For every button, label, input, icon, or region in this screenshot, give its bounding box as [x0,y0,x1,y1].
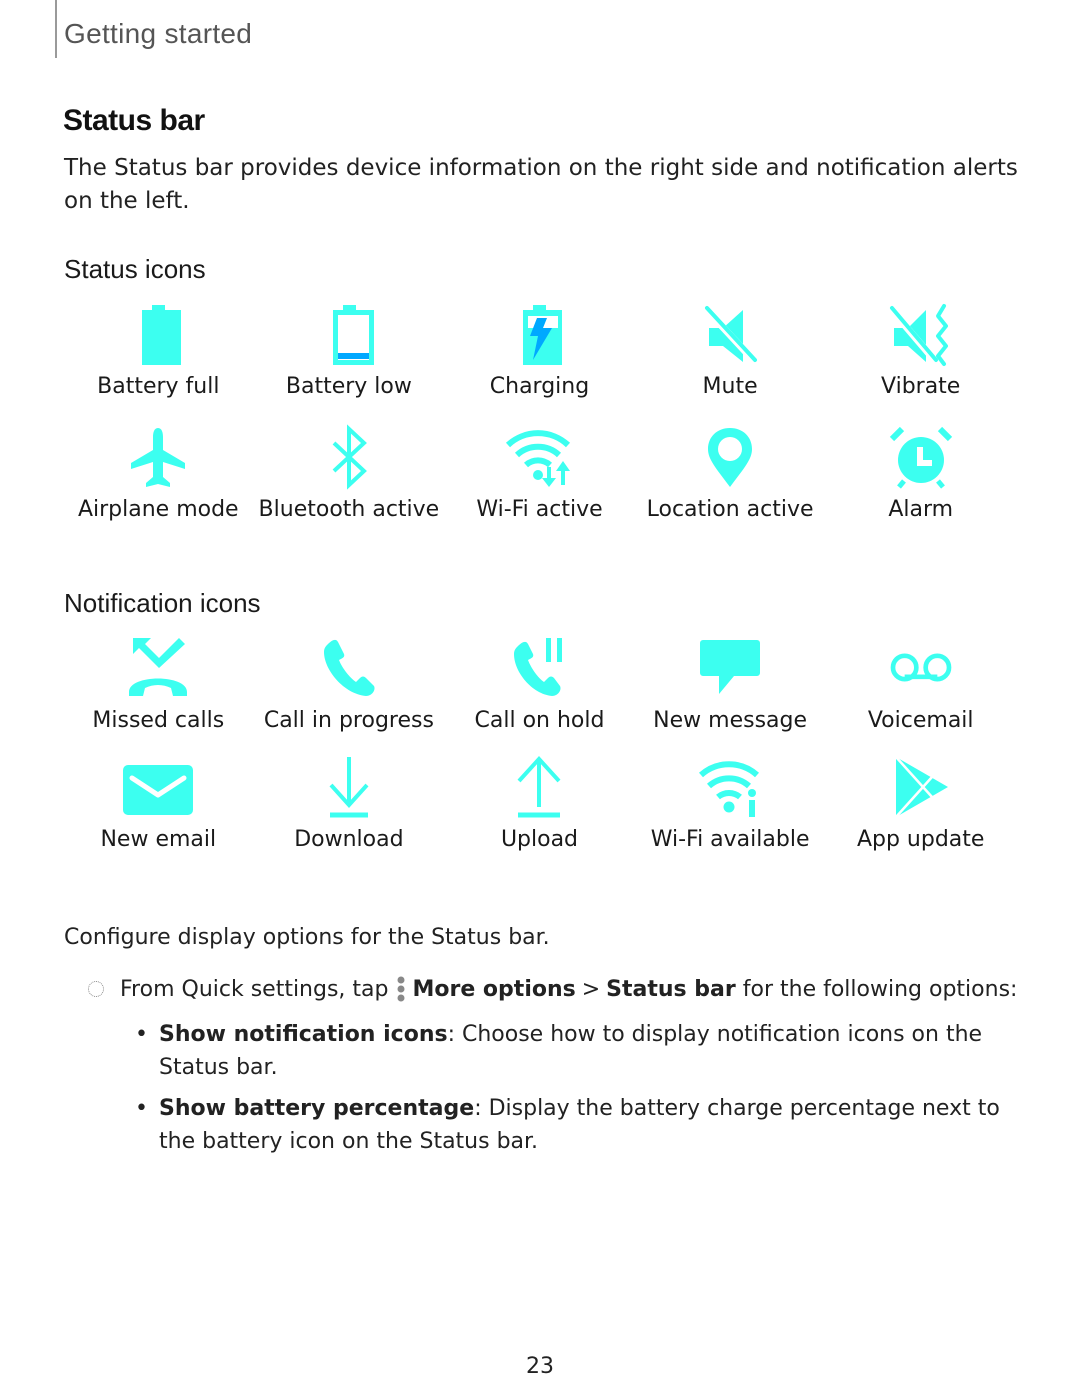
status-bar-label: Status bar [606,976,736,1002]
option-name: Show battery percentage [159,1096,475,1121]
status-icon-item: Charging [444,300,635,399]
notification-icon-item: Call on hold [444,634,635,733]
message-bubble-icon [690,634,770,704]
step-prefix: From Quick settings, tap [120,976,389,1002]
icon-label: New email [100,827,217,852]
notification-icon-item: Wi-Fi available [635,753,826,852]
instruction-step: From Quick settings, tap More options > … [88,975,1017,1003]
section-divider [55,0,57,58]
phone-icon [309,634,389,704]
status-icons-heading: Status icons [64,254,206,284]
options-list: Show notification icons: Choose how to d… [135,1018,1015,1166]
icon-label: Battery low [285,374,412,399]
notification-icons-grid: Missed calls Call in progress Call on ho… [63,634,1016,852]
notification-icon-item: Voicemail [825,634,1016,733]
wifi-available-icon [690,753,770,823]
status-icon-item: Battery full [63,300,254,399]
notification-icon-item: Upload [444,753,635,852]
notification-icon-item: Call in progress [254,634,445,733]
status-icon-item: Airplane mode [63,423,254,522]
bluetooth-icon [309,423,389,493]
status-icon-item: Wi-Fi active [444,423,635,522]
option-item: Show notification icons: Choose how to d… [135,1018,1015,1084]
option-name: Show notification icons [159,1022,448,1047]
voicemail-icon [881,634,961,704]
battery-charging-icon [499,300,579,370]
icon-label: App update [856,827,985,852]
play-store-icon [881,753,961,823]
status-icon-item: Mute [635,300,826,399]
icon-label: Airplane mode [77,497,239,522]
configure-text: Configure display options for the Status… [64,925,550,950]
wifi-active-icon [499,423,579,493]
battery-low-icon [309,300,389,370]
step-bullet-icon [88,981,104,997]
status-icon-item: Vibrate [825,300,1016,399]
notification-icon-item: New email [63,753,254,852]
more-options-label: More options [412,976,576,1002]
notification-icon-item: App update [825,753,1016,852]
alarm-clock-icon [881,423,961,493]
icon-label: Charging [489,374,590,399]
icon-label: Call on hold [474,708,605,733]
notification-icon-item: Download [254,753,445,852]
icon-label: Voicemail [867,708,974,733]
page-number: 23 [526,1354,554,1379]
location-pin-icon [690,423,770,493]
icon-label: Bluetooth active [258,497,440,522]
icon-label: Battery full [97,374,220,399]
intro-paragraph: The Status bar provides device informati… [64,155,1018,214]
section-label: Getting started [64,18,253,49]
missed-call-icon [118,634,198,704]
airplane-icon [118,423,198,493]
upload-icon [499,753,579,823]
icon-label: Upload [500,827,579,852]
icon-label: Missed calls [92,708,225,733]
vibrate-icon [881,300,961,370]
status-icon-item: Location active [635,423,826,522]
mute-icon [690,300,770,370]
status-icons-grid: Battery full Battery low Charging Mute V… [63,300,1016,522]
notification-icon-item: Missed calls [63,634,254,733]
icon-label: Mute [702,374,758,399]
icon-label: Download [294,827,404,852]
icon-label: Alarm [888,497,954,522]
option-item: Show battery percentage: Display the bat… [135,1092,1015,1158]
call-hold-icon [499,634,579,704]
battery-full-icon [118,300,198,370]
notification-icon-item: New message [635,634,826,733]
icon-label: Wi-Fi active [476,497,603,522]
icon-label: Vibrate [881,374,961,399]
download-icon [309,753,389,823]
icon-label: Location active [646,497,814,522]
page-title: Status bar [63,104,205,137]
envelope-icon [118,753,198,823]
more-options-icon [397,976,404,1002]
icon-label: Call in progress [263,708,434,733]
status-icon-item: Alarm [825,423,1016,522]
step-suffix: for the following options: [742,976,1018,1002]
breadcrumb-separator: > [581,976,601,1002]
status-icon-item: Battery low [254,300,445,399]
icon-label: Wi-Fi available [650,827,810,852]
icon-label: New message [653,708,808,733]
status-icon-item: Bluetooth active [254,423,445,522]
notification-icons-heading: Notification icons [64,588,261,618]
